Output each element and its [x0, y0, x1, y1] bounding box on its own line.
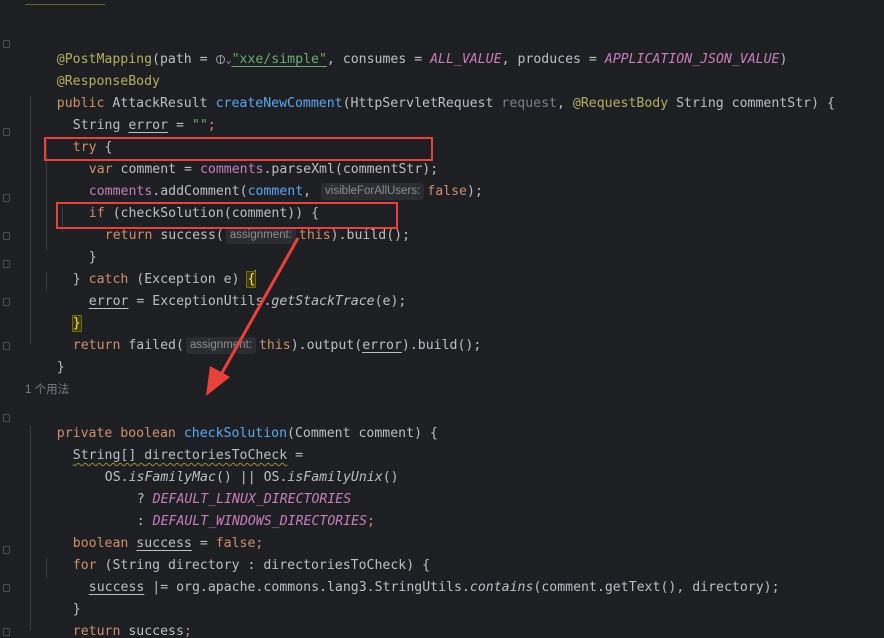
arrow-annotation	[206, 237, 300, 396]
arrow-head	[206, 366, 230, 396]
arrow-shaft	[216, 237, 300, 381]
code-editor[interactable]: @PostMapping(path = ⌄"xxe/simple", consu…	[0, 0, 884, 638]
